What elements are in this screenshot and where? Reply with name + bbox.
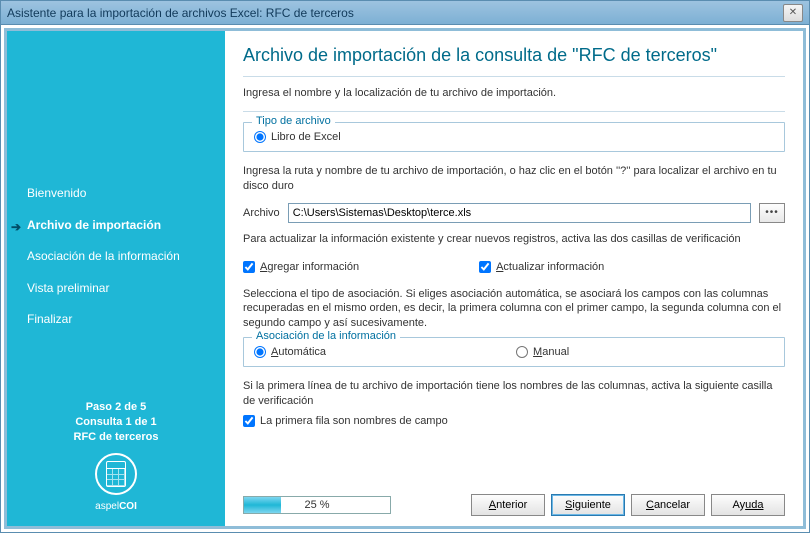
radio-assoc-manual[interactable]: Manual [516, 346, 569, 358]
titlebar: Asistente para la importación de archivo… [1, 1, 809, 25]
divider [243, 111, 785, 112]
file-path-row: Archivo ••• [243, 203, 785, 223]
next-button[interactable]: Siguiente [551, 494, 625, 516]
progress-bar: 25 % [243, 496, 391, 514]
check-update-input[interactable] [479, 261, 491, 273]
radio-assoc-auto[interactable]: Automática [254, 346, 326, 358]
consult-indicator: Consulta 1 de 1 [7, 416, 225, 428]
file-path-label: Archivo [243, 207, 280, 219]
check-add-input[interactable] [243, 261, 255, 273]
check-firstrow-input[interactable] [243, 415, 255, 427]
firstrow-hint: Si la primera línea de tu archivo de imp… [243, 379, 785, 409]
sidebar-item-archivo-importacion[interactable]: ➔ Archivo de importación [27, 218, 225, 234]
sidebar-item-finalizar[interactable]: Finalizar [27, 312, 225, 328]
cancel-button[interactable]: Cancelar [631, 494, 705, 516]
back-button[interactable]: Anterior [471, 494, 545, 516]
sidebar-item-asociacion[interactable]: Asociación de la información [27, 249, 225, 265]
intro-text: Ingresa el nombre y la localización de t… [243, 87, 785, 99]
main-panel: Archivo de importación de la consulta de… [225, 31, 803, 526]
check-row: Agregar información Actualizar informaci… [243, 261, 785, 273]
check-first-row-names[interactable]: La primera fila son nombres de campo [243, 415, 785, 427]
file-type-group: Tipo de archivo Libro de Excel [243, 122, 785, 152]
arrow-right-icon: ➔ [11, 220, 21, 234]
sidebar-nav: Bienvenido ➔ Archivo de importación Asoc… [7, 186, 225, 344]
browse-button[interactable]: ••• [759, 203, 785, 223]
radio-excel-book[interactable]: Libro de Excel [254, 131, 341, 143]
check-update-info[interactable]: Actualizar información [479, 261, 604, 273]
assoc-group: Asociación de la información Automática … [243, 337, 785, 367]
step-indicator: Paso 2 de 5 [7, 401, 225, 413]
wizard-window: Asistente para la importación de archivo… [0, 0, 810, 533]
file-type-legend: Tipo de archivo [252, 115, 335, 127]
window-title: Asistente para la importación de archivo… [7, 6, 354, 20]
sidebar-footer: Paso 2 de 5 Consulta 1 de 1 RFC de terce… [7, 401, 225, 526]
file-path-input[interactable] [288, 203, 751, 223]
update-hint: Para actualizar la información existente… [243, 232, 785, 247]
path-hint: Ingresa la ruta y nombre de tu archivo d… [243, 164, 785, 194]
page-title: Archivo de importación de la consulta de… [243, 45, 785, 66]
check-add-info[interactable]: Agregar información [243, 261, 359, 273]
progress-text: 25 % [244, 497, 390, 513]
wizard-body: Bienvenido ➔ Archivo de importación Asoc… [4, 28, 806, 529]
sidebar-item-bienvenido[interactable]: Bienvenido [27, 186, 225, 202]
sidebar: Bienvenido ➔ Archivo de importación Asoc… [7, 31, 225, 526]
radio-auto-input[interactable] [254, 346, 266, 358]
sidebar-item-vista-preliminar[interactable]: Vista preliminar [27, 281, 225, 297]
assoc-paragraph: Selecciona el tipo de asociación. Si eli… [243, 287, 785, 332]
divider [243, 76, 785, 77]
close-icon: ✕ [789, 7, 797, 18]
radio-excel-input[interactable] [254, 131, 266, 143]
brand-label: aspelCOI [7, 501, 225, 512]
assoc-legend: Asociación de la información [252, 330, 400, 342]
close-button[interactable]: ✕ [783, 4, 803, 22]
help-button[interactable]: Ayuda [711, 494, 785, 516]
subject-indicator: RFC de terceros [7, 431, 225, 443]
calculator-icon [95, 453, 137, 495]
radio-manual-input[interactable] [516, 346, 528, 358]
footer-bar: 25 % Anterior Siguiente Cancelar Ayuda [243, 486, 785, 516]
